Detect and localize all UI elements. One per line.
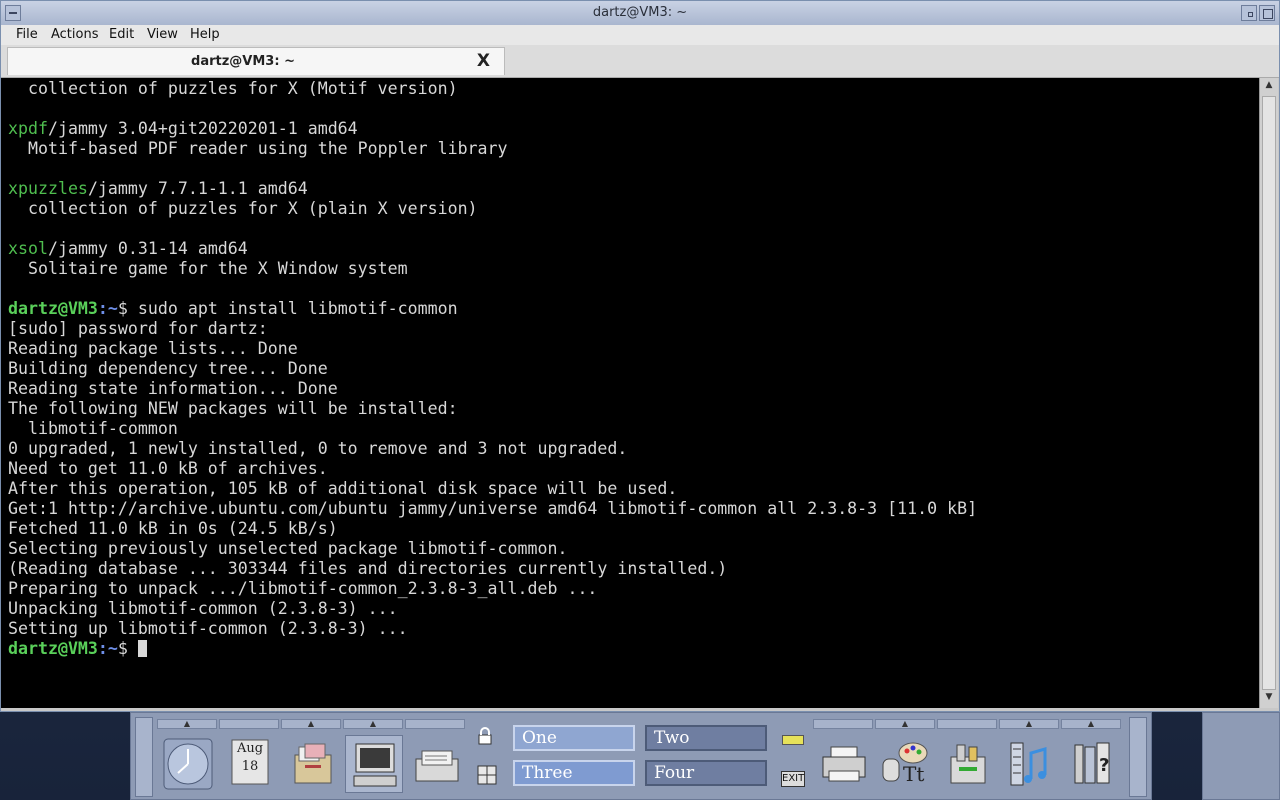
prompt-symbol: $	[117, 639, 128, 658]
terminal-line: Building dependency tree... Done	[8, 359, 328, 378]
calendar-icon[interactable]: Aug 18	[221, 735, 279, 793]
printer-icon[interactable]	[815, 735, 873, 793]
lock-icon[interactable]	[477, 727, 493, 749]
prompt-command: sudo apt install libmotif-common	[127, 299, 458, 318]
terminal-line: Solitaire game for the X Window system	[8, 259, 408, 278]
subpanel-arrow-mail[interactable]	[405, 719, 465, 729]
panel-extra	[1202, 712, 1280, 800]
package-details: /jammy 3.04+git20220201-1 amd64	[47, 119, 358, 138]
svg-text:Tt: Tt	[903, 762, 924, 786]
panel-handle-left[interactable]	[135, 717, 153, 797]
scrollbar-thumb[interactable]	[1262, 96, 1276, 690]
blank-screen-icon[interactable]	[477, 765, 497, 789]
terminal-line: Reading state information... Done	[8, 379, 338, 398]
style-manager-icon[interactable]: Tt	[877, 735, 935, 793]
menu-edit[interactable]: Edit	[109, 27, 134, 42]
file-manager-icon[interactable]	[283, 735, 341, 793]
prompt-path: :~	[97, 639, 118, 658]
menu-view[interactable]: View	[147, 27, 178, 42]
package-details: /jammy 0.31-14 amd64	[47, 239, 248, 258]
subpanel-arrow-apps[interactable]	[937, 719, 997, 729]
terminal-line: Get:1 http://archive.ubuntu.com/ubuntu j…	[8, 499, 978, 518]
workspace-two-button[interactable]: Two	[645, 725, 767, 751]
package-line: xpdf/jammy 3.04+git20220201-1 amd64	[8, 119, 358, 139]
menu-file[interactable]: File	[16, 27, 38, 42]
front-panel: ▲ ▲ ▲ Aug 18 One Two Three Four EXIT ▲ ▲…	[130, 712, 1152, 800]
scroll-up-arrow-icon[interactable]: ▲	[1260, 80, 1278, 94]
tab-label: dartz@VM3: ~	[191, 54, 295, 69]
clock-icon[interactable]	[159, 735, 217, 793]
prompt-path: :~	[97, 299, 118, 318]
prompt-line: dartz@VM3:~$	[8, 639, 147, 659]
menu-help[interactable]: Help	[190, 27, 220, 42]
package-name: xpuzzles	[8, 179, 88, 198]
svg-text:?: ?	[1099, 755, 1109, 776]
scrollbar[interactable]: ▲ ▼	[1259, 78, 1278, 708]
terminal-output[interactable]: collection of puzzles for X (Motif versi…	[1, 78, 1259, 708]
package-name: xpdf	[8, 119, 48, 138]
prompt-user: dartz@VM3	[8, 299, 98, 318]
help-manager-icon[interactable]: ?	[1063, 735, 1121, 793]
title-bar[interactable]: dartz@VM3: ~	[1, 1, 1279, 26]
terminal-line: collection of puzzles for X (plain X ver…	[8, 199, 478, 218]
terminal-line: Reading package lists... Done	[8, 339, 298, 358]
mail-icon[interactable]	[407, 735, 465, 793]
terminal-app-icon[interactable]	[345, 735, 403, 793]
workspace-four-button[interactable]: Four	[645, 760, 767, 786]
panel-handle-right[interactable]	[1129, 717, 1147, 797]
terminal-line: Setting up libmotif-common (2.3.8-3) ...	[8, 619, 408, 638]
exit-button[interactable]: EXIT	[781, 771, 805, 787]
terminal-line: [sudo] password for dartz:	[8, 319, 268, 338]
terminal-line: (Reading database ... 303344 files and d…	[8, 559, 728, 578]
terminal-line: Motif-based PDF reader using the Poppler…	[8, 139, 508, 158]
tab-bar: dartz@VM3: ~ X	[1, 45, 1279, 78]
tab-terminal[interactable]: dartz@VM3: ~ X	[7, 47, 505, 75]
calendar-month: Aug	[236, 741, 264, 756]
menu-bar: File Actions Edit View Help	[1, 25, 1279, 45]
prompt-symbol: $	[117, 299, 128, 318]
terminal-line: libmotif-common	[8, 419, 178, 438]
application-manager-icon[interactable]	[939, 735, 997, 793]
prompt-line: dartz@VM3:~$ sudo apt install libmotif-c…	[8, 299, 458, 319]
terminal-line: Fetched 11.0 kB in 0s (24.5 kB/s)	[8, 519, 338, 538]
subpanel-arrow-terminal[interactable]: ▲	[343, 719, 403, 729]
prompt-user: dartz@VM3	[8, 639, 98, 658]
workspace-three-button[interactable]: Three	[513, 760, 635, 786]
window-title: dartz@VM3: ~	[592, 5, 688, 20]
package-line: xpuzzles/jammy 7.7.1-1.1 amd64	[8, 179, 308, 199]
subpanel-arrow-calendar[interactable]	[219, 719, 279, 729]
minimize-button[interactable]	[1241, 5, 1257, 21]
terminal-line: The following NEW packages will be insta…	[8, 399, 458, 418]
terminal-line: collection of puzzles for X (Motif versi…	[8, 79, 458, 98]
media-player-icon[interactable]	[1001, 735, 1059, 793]
calendar-day: 18	[241, 759, 259, 774]
tab-close-button[interactable]: X	[477, 51, 490, 71]
subpanel-arrow-files[interactable]: ▲	[281, 719, 341, 729]
prompt-command	[128, 639, 138, 658]
terminal-line: Selecting previously unselected package …	[8, 539, 568, 558]
subpanel-arrow-help[interactable]: ▲	[1061, 719, 1121, 729]
terminal-line: Unpacking libmotif-common (2.3.8-3) ...	[8, 599, 398, 618]
terminal-cursor	[137, 640, 147, 657]
busy-indicator-icon	[782, 735, 804, 745]
subpanel-arrow-printer[interactable]	[813, 719, 873, 729]
subpanel-arrow-clock[interactable]: ▲	[157, 719, 217, 729]
scroll-down-arrow-icon[interactable]: ▼	[1260, 692, 1278, 706]
workspace-one-button[interactable]: One	[513, 725, 635, 751]
terminal-line: Need to get 11.0 kB of archives.	[8, 459, 328, 478]
package-name: xsol	[8, 239, 48, 258]
terminal-line: 0 upgraded, 1 newly installed, 0 to remo…	[8, 439, 628, 458]
package-details: /jammy 7.7.1-1.1 amd64	[87, 179, 308, 198]
package-line: xsol/jammy 0.31-14 amd64	[8, 239, 248, 259]
terminal-line: After this operation, 105 kB of addition…	[8, 479, 678, 498]
terminal-window: dartz@VM3: ~ File Actions Edit View Help…	[0, 0, 1280, 712]
maximize-button[interactable]	[1259, 5, 1275, 21]
subpanel-arrow-style[interactable]: ▲	[875, 719, 935, 729]
menu-actions[interactable]: Actions	[51, 27, 99, 42]
terminal-line: Preparing to unpack .../libmotif-common_…	[8, 579, 598, 598]
subpanel-arrow-media[interactable]: ▲	[999, 719, 1059, 729]
